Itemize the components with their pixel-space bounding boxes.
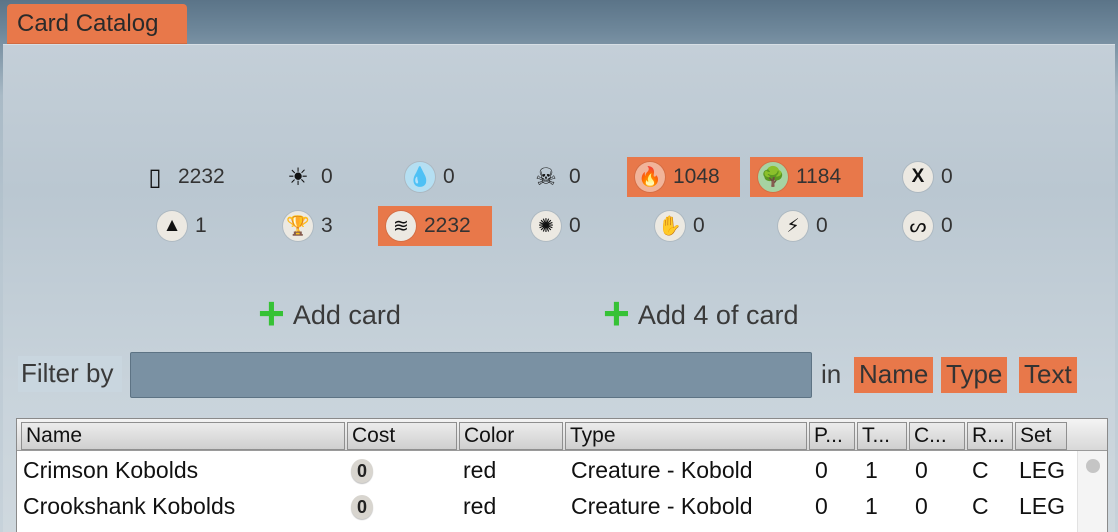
creature-claw-icon: ≋: [386, 211, 416, 241]
stat-colorless[interactable]: X 0: [903, 157, 953, 197]
artifact-goblet-icon: 🏆: [283, 211, 313, 241]
stat-black[interactable]: ☠ 0: [531, 157, 580, 197]
stat-white[interactable]: ☀ 0: [283, 157, 332, 197]
cell-power: 0: [815, 457, 828, 483]
plus-icon: +: [603, 287, 630, 339]
card-catalog-panel: ▯ 2232 ☀ 0 💧 0 ☠ 0 🔥 1048 🌳 1184 X 0 ▲ 1…: [3, 44, 1115, 532]
table-header: Name Cost Color Type P... T... C... R...…: [17, 419, 1107, 451]
tab-title: Card Catalog: [17, 10, 159, 37]
plus-icon: +: [258, 287, 285, 339]
stats-area: ▯ 2232 ☀ 0 💧 0 ☠ 0 🔥 1048 🌳 1184 X 0 ▲ 1…: [3, 45, 1115, 305]
filter-input[interactable]: [130, 352, 812, 398]
cell-power: 0: [815, 493, 828, 519]
green-tree-icon: 🌳: [758, 162, 788, 192]
stat-artifact[interactable]: 🏆 3: [283, 206, 333, 246]
table-scrollbar[interactable]: [1077, 451, 1107, 532]
scrollbar-thumb[interactable]: [1086, 459, 1100, 473]
black-skull-icon: ☠: [535, 163, 557, 191]
column-rarity[interactable]: R...: [967, 422, 1013, 450]
sorcery-burst-icon: ✺: [531, 211, 561, 241]
stat-instant[interactable]: ⚡ 0: [778, 206, 828, 246]
tab-card-catalog[interactable]: Card Catalog: [7, 4, 187, 44]
cell-cmc: 0: [915, 493, 928, 519]
instant-bolt-icon: ⚡: [778, 211, 808, 241]
stat-red[interactable]: 🔥 1048: [627, 157, 740, 197]
cell-rarity: C: [972, 457, 989, 483]
cell-toughness: 1: [865, 493, 878, 519]
add-four-card-button[interactable]: + Add 4 of card: [603, 290, 798, 336]
stat-green[interactable]: 🌳 1184: [750, 157, 863, 197]
column-name[interactable]: Name: [21, 422, 345, 450]
stat-blue[interactable]: 💧 0: [405, 157, 455, 197]
blue-drop-icon: 💧: [405, 162, 435, 192]
stat-land[interactable]: ▲ 1: [157, 206, 207, 246]
white-sun-icon: ☀: [287, 163, 309, 191]
cost-generic-icon: 0: [351, 495, 373, 519]
land-mountain-icon: ▲: [157, 211, 187, 241]
cell-set: LEG: [1019, 457, 1066, 483]
cards-icon: ▯: [148, 163, 162, 191]
card-table: Name Cost Color Type P... T... C... R...…: [16, 418, 1108, 532]
filter-by-label: Filter by: [18, 356, 122, 392]
cell-color: red: [463, 493, 497, 519]
add-card-button[interactable]: + Add card: [258, 290, 401, 336]
cell-set: LEG: [1019, 493, 1066, 519]
column-power[interactable]: P...: [809, 422, 855, 450]
cell-type: Creature - Kobold: [571, 493, 753, 519]
cell-color: red: [463, 457, 497, 483]
planeswalker-swirl-icon: ᔕ: [903, 211, 933, 241]
column-type[interactable]: Type: [565, 422, 807, 450]
column-cmc[interactable]: C...: [909, 422, 965, 450]
enchantment-hand-icon: ✋: [655, 211, 685, 241]
cell-type: Creature - Kobold: [571, 457, 753, 483]
cell-name: Crookshank Kobolds: [23, 493, 236, 519]
filter-type-toggle[interactable]: Type: [941, 357, 1008, 393]
table-row[interactable]: Crimson Kobolds 0 red Creature - Kobold …: [17, 453, 1077, 489]
filter-in-label: in: [821, 359, 842, 389]
stat-creature[interactable]: ≋ 2232: [378, 206, 492, 246]
cost-generic-icon: 0: [351, 459, 373, 483]
stat-sorcery[interactable]: ✺ 0: [531, 206, 581, 246]
filter-text-toggle[interactable]: Text: [1019, 357, 1077, 393]
table-row[interactable]: Crookshank Kobolds 0 red Creature - Kobo…: [17, 489, 1077, 525]
column-color[interactable]: Color: [459, 422, 563, 450]
column-cost[interactable]: Cost: [347, 422, 457, 450]
colorless-x-icon: X: [903, 162, 933, 192]
cell-rarity: C: [972, 493, 989, 519]
cell-name: Crimson Kobolds: [23, 457, 199, 483]
stat-all-cards[interactable]: ▯ 2232: [140, 157, 224, 197]
stat-enchantment[interactable]: ✋ 0: [655, 206, 705, 246]
column-set[interactable]: Set: [1015, 422, 1067, 450]
stat-planeswalker[interactable]: ᔕ 0: [903, 206, 953, 246]
filter-name-toggle[interactable]: Name: [854, 357, 934, 393]
cell-cmc: 0: [915, 457, 928, 483]
cell-toughness: 1: [865, 457, 878, 483]
column-toughness[interactable]: T...: [857, 422, 907, 450]
red-fire-icon: 🔥: [635, 162, 665, 192]
